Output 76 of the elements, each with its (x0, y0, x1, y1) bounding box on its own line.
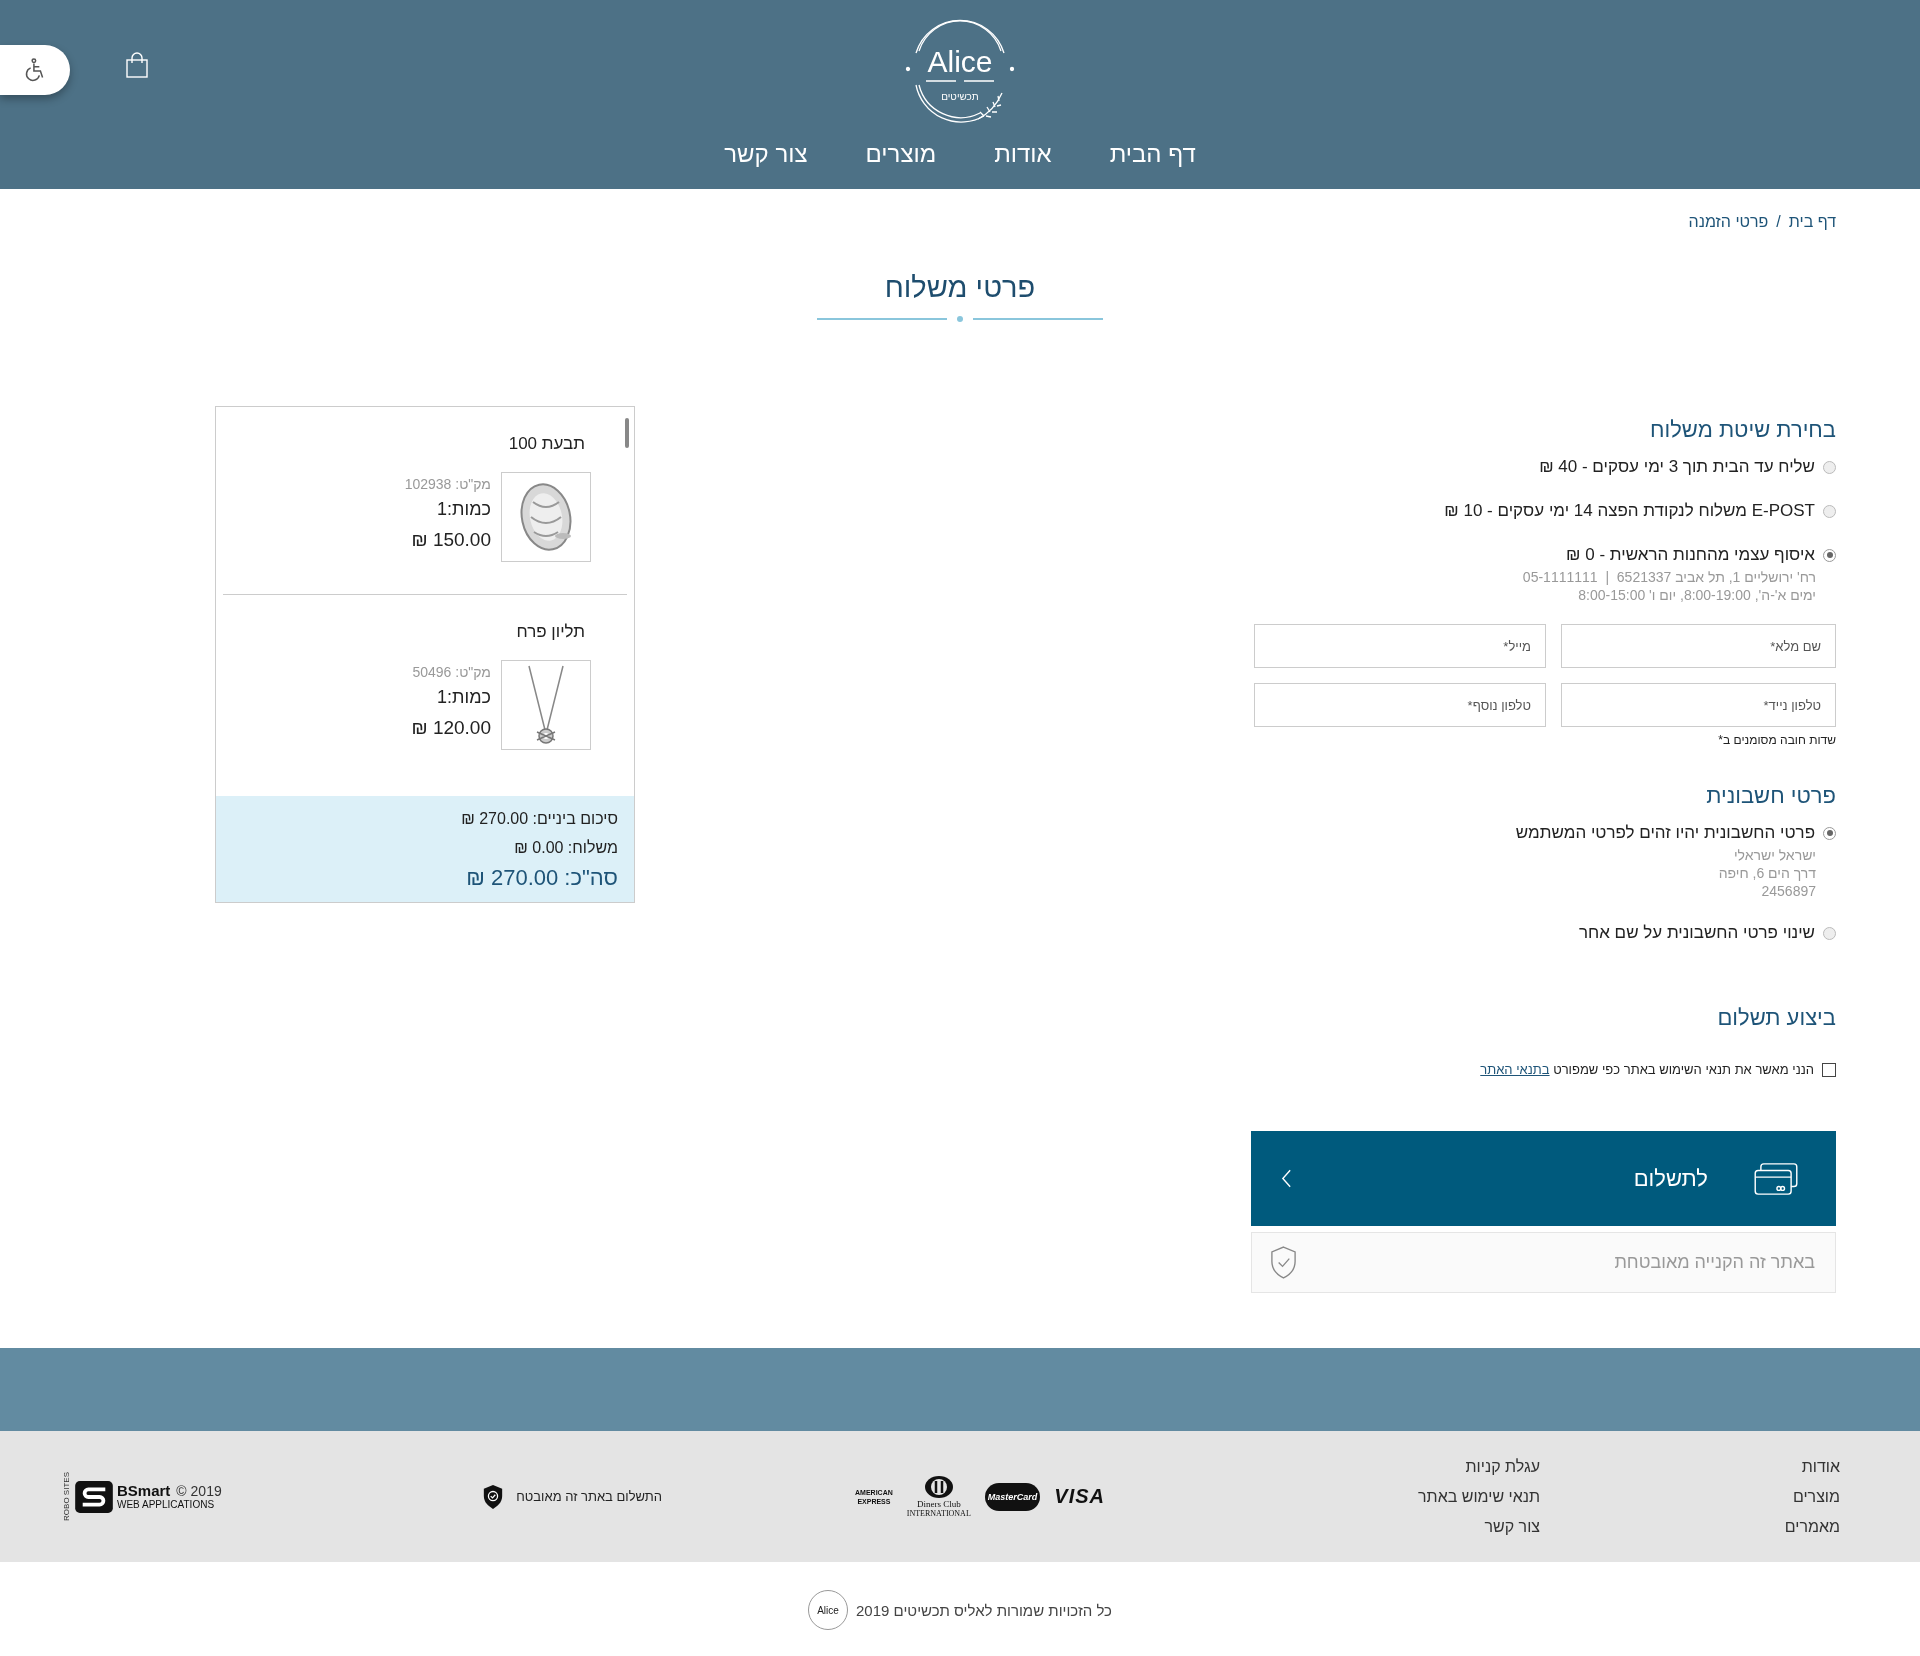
copyright-text: כל הזכויות שמורות לאליס תכשיטים 2019 (856, 1601, 1112, 1619)
footer-link[interactable]: עגלת קניות (1465, 1456, 1540, 1477)
card-logo: MasterCard (984, 1482, 1041, 1511)
detail-text: ימים א'-ה', 8:00-19:00, יום ו' 8:00-15:00 (1577, 586, 1816, 604)
detail-text: 2456897 (1760, 882, 1816, 900)
checkbox[interactable] (1822, 1062, 1836, 1077)
option-label: שינוי פרטי החשבונית על שם אחר (1578, 922, 1815, 944)
nav-link[interactable]: צור קשר (724, 139, 808, 169)
secure-purchase-text: באתר זה הקנייה מאובטחת (1614, 1252, 1815, 1273)
section-heading: פרטי חשבונית (1705, 782, 1836, 810)
detail-text: רח' ירושליים 1, תל אביב 6521337 | 05-1111111 (1521, 568, 1816, 586)
shield-check-icon (1269, 1245, 1298, 1280)
diners-mark-icon (923, 1475, 954, 1499)
s-logo-icon (75, 1480, 113, 1513)
footer-link[interactable]: צור קשר (1484, 1516, 1540, 1537)
nav-link[interactable]: דף הבית (1109, 139, 1196, 169)
shopping-bag-icon[interactable] (125, 52, 149, 78)
footer-link[interactable]: תנאי שימוש באתר (1418, 1486, 1540, 1507)
product-name: תליון פרח (515, 621, 586, 643)
input-field[interactable]: טלפון נוסף* (1254, 683, 1546, 727)
nav-link[interactable]: אודות (994, 139, 1052, 169)
card-logo: VISA (1054, 1485, 1105, 1508)
credit-cards-icon (1753, 1161, 1799, 1196)
detail-text: ישראל ישראלי (1732, 846, 1816, 864)
input-field[interactable]: שם מלא* (1561, 624, 1836, 668)
developer-subtitle: WEB APPLICATIONS (117, 1499, 216, 1510)
footer-link[interactable]: מוצרים (1792, 1486, 1840, 1507)
radio-button[interactable] (1823, 504, 1836, 518)
breadcrumb-link[interactable]: דף בית (1788, 212, 1836, 232)
section-heading: בחירת שיטת משלוח (1648, 416, 1836, 444)
breadcrumb-separator: / (1776, 212, 1781, 232)
required-note: שדות חובה מסומנים ב* (1717, 732, 1836, 748)
product-price: 120.00 ₪ (411, 716, 491, 740)
product-name: תבעת 100 (507, 433, 586, 455)
radio-button[interactable] (1823, 826, 1836, 840)
mini-logo-name: Alice (817, 1604, 839, 1616)
accessibility-button[interactable] (0, 45, 70, 95)
card-logo-text: INTERNATIONAL (906, 1509, 971, 1518)
scrollbar-thumb[interactable] (625, 418, 629, 448)
divider-dot (957, 316, 963, 322)
option-label: פרטי החשבונית יהיו זהים לפרטי המשתמש (1515, 822, 1815, 844)
developer-side-text: ROBO SITES (62, 1472, 71, 1521)
input-field[interactable]: מייל* (1254, 624, 1546, 668)
developer-name: BSmart (117, 1483, 171, 1499)
input-field[interactable]: טלפון נייד* (1561, 683, 1836, 727)
logo-tagline: תכשיטים (941, 91, 979, 103)
pay-button[interactable]: לתשלום (1251, 1131, 1836, 1226)
product-quantity: כמות:1 (437, 686, 491, 709)
terms-link[interactable]: בתנאי האתר (1480, 1062, 1550, 1077)
product-sku: מק"ט: 50496 (412, 663, 491, 682)
product-price: 150.00 ₪ (411, 528, 491, 552)
option-label: שליח עד הבית תוך 3 ימי עסקים - 40 ₪ (1539, 456, 1815, 478)
copyright-year: © 2019 (176, 1483, 222, 1499)
product-sku: מק"ט: 102938 (404, 475, 491, 494)
shipping-cost-text: משלוח: 0.00 ₪ (514, 838, 618, 858)
radio-button[interactable] (1823, 926, 1836, 940)
breadcrumb-current: פרטי הזמנה (1688, 212, 1769, 232)
detail-text: דרך הים 6, חיפה (1717, 864, 1816, 882)
total-text: סה"כ: 270.00 ₪ (466, 864, 618, 892)
footer-link[interactable]: אודות (1801, 1456, 1840, 1477)
page-title: פרטי משלוח (883, 270, 1037, 304)
subtotal-text: סיכום ביניים: 270.00 ₪ (461, 809, 618, 829)
radio-button[interactable] (1823, 460, 1836, 474)
product-quantity: כמות:1 (437, 498, 491, 521)
terms-text: הנני מאשר את תנאי השימוש באתר כפי שמפורט בתנאי האתר (1480, 1062, 1814, 1077)
logo-name: Alice (927, 46, 993, 78)
option-label: E-POST משלוח לנקודת הפצה 14 ימי עסקים - 10 ₪ (1444, 500, 1815, 522)
option-label: איסוף עצמי מהחנות הראשית - 0 ₪ (1566, 544, 1815, 566)
shield-check-icon (482, 1483, 505, 1510)
nav-link[interactable]: מוצרים (865, 139, 937, 169)
footer-link[interactable]: מאמרים (1784, 1516, 1840, 1537)
radio-button[interactable] (1823, 548, 1836, 562)
card-logo-text: Diners Club (916, 1499, 961, 1509)
chevron-left-icon (1281, 1169, 1292, 1188)
section-heading: ביצוע תשלום (1716, 1004, 1836, 1032)
secure-payment-text: התשלום באתר זה מאובטח (516, 1489, 662, 1504)
